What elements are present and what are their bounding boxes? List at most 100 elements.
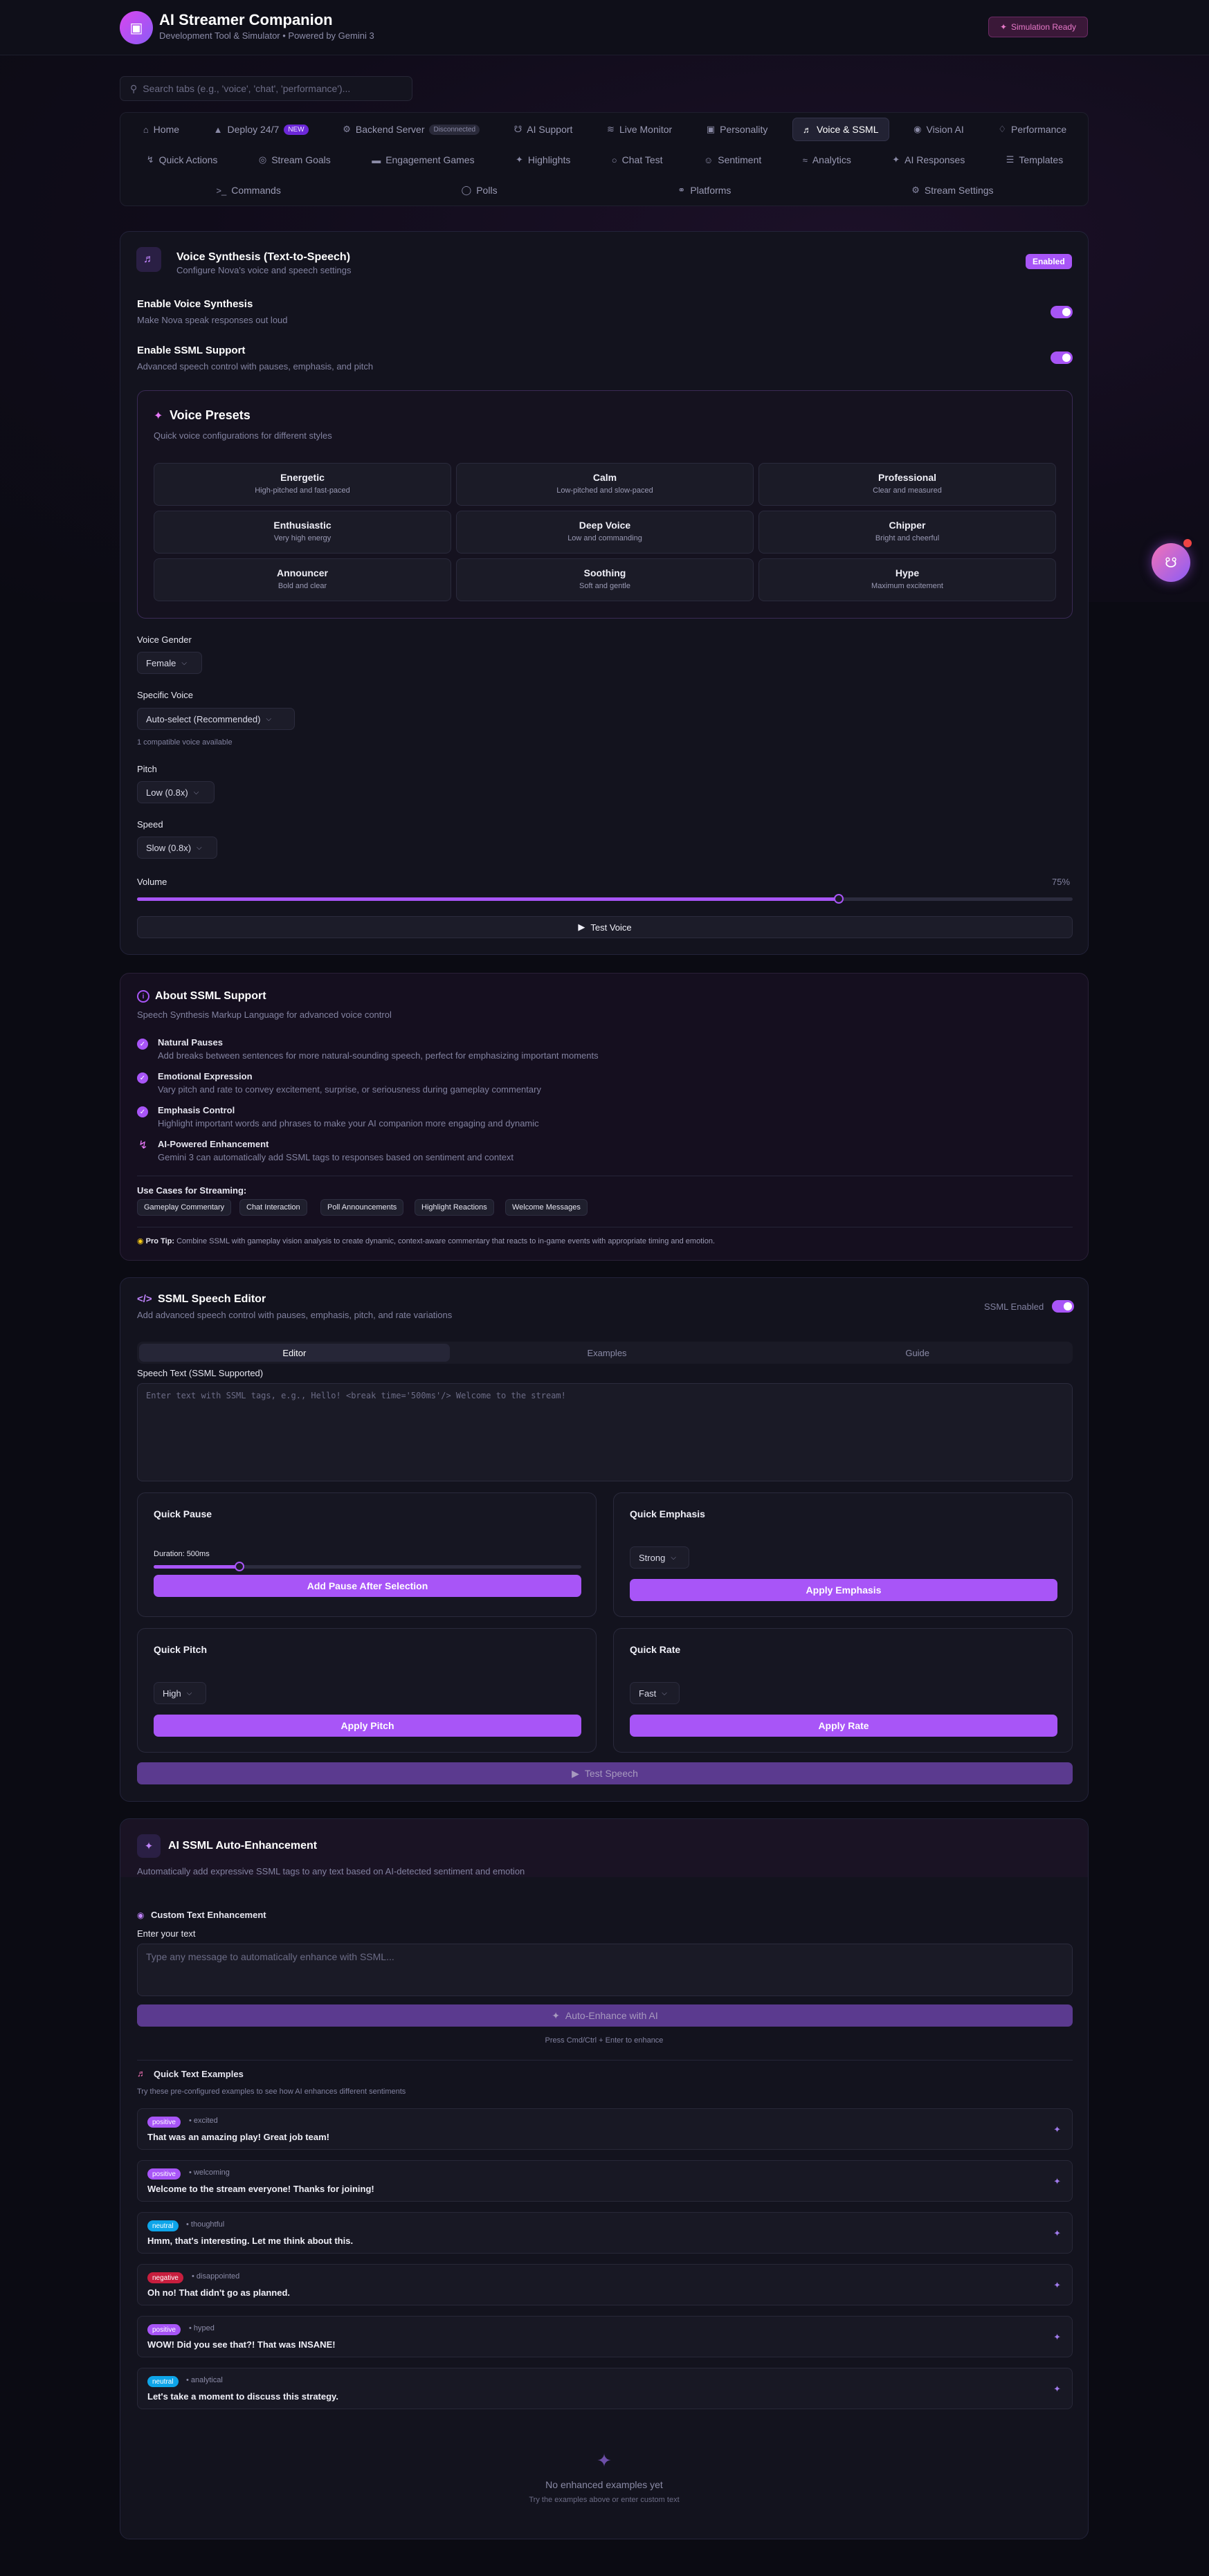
enable-voice-toggle[interactable] [1051,306,1073,318]
about-item-title: Natural Pauses [158,1037,223,1048]
magic-wand-icon[interactable]: ✦ [1053,2124,1061,2135]
add-pause-button[interactable]: Add Pause After Selection [154,1575,581,1597]
pitch-select[interactable]: Low (0.8x) ⌵ [137,781,215,803]
tab-platforms[interactable]: ⚭ Platforms [668,179,740,201]
tab-voice-ssml[interactable]: ♬ Voice & SSML [792,118,889,141]
rocket-icon: ▲ [213,124,223,135]
quick-rate-select[interactable]: Fast ⌵ [630,1682,680,1704]
info-icon: i [137,990,149,1003]
preset-hype[interactable]: Hype Maximum excitement [758,558,1056,601]
search-input[interactable] [143,83,399,94]
enhance-hint: Press Cmd/Ctrl + Enter to enhance [545,2036,664,2045]
tab-stream-goals[interactable]: ◎ Stream Goals [249,149,340,171]
volume-slider-thumb[interactable] [834,894,844,904]
input-label: Enter your text [137,1928,196,1939]
magic-wand-icon[interactable]: ✦ [1053,2332,1061,2343]
quick-pitch-select[interactable]: High ⌵ [154,1682,206,1704]
tab-live-monitor[interactable]: ≋ Live Monitor [597,118,682,140]
apply-pitch-button[interactable]: Apply Pitch [154,1715,581,1737]
speech-text-input[interactable] [146,1391,1064,1474]
pro-tip-text: Combine SSML with gameplay vision analys… [176,1237,715,1245]
presets-desc: Quick voice configurations for different… [154,430,332,441]
preset-calm[interactable]: Calm Low-pitched and slow-paced [456,463,754,506]
example-item[interactable]: neutral • thoughtful Hmm, that's interes… [137,2212,1073,2254]
magic-wand-icon[interactable]: ✦ [1053,2384,1061,2395]
support-chat-button[interactable]: ☋ [1152,543,1190,582]
test-voice-button[interactable]: ▶ Test Voice [137,916,1073,938]
tab-polls[interactable]: ◯ Polls [452,179,507,201]
voice-title: Voice Synthesis (Text-to-Speech) [176,251,351,263]
gear-icon: ⚙ [911,185,920,195]
preset-energetic[interactable]: Energetic High-pitched and fast-paced [154,463,451,506]
tab-ai-support[interactable]: ☋ AI Support [504,118,583,140]
preset-announcer[interactable]: Announcer Bold and clear [154,558,451,601]
tab-backend-server[interactable]: ⚙ Backend Server Disconnected [333,118,489,140]
chevron-down-icon: ⌵ [266,715,272,723]
tab-engagement-games[interactable]: ▬ Engagement Games [362,149,484,171]
preset-deep-voice[interactable]: Deep Voice Low and commanding [456,511,754,554]
tab-home[interactable]: ⌂ Home [134,118,189,140]
preset-professional[interactable]: Professional Clear and measured [758,463,1056,506]
gender-select[interactable]: Female ⌵ [137,652,202,674]
preset-enthusiastic[interactable]: Enthusiastic Very high energy [154,511,451,554]
tab-templates[interactable]: ☰ Templates [997,149,1073,171]
tab-deploy[interactable]: ▲ Deploy 24/7 NEW [204,118,318,140]
example-item[interactable]: neutral • analytical Let's take a moment… [137,2368,1073,2409]
tab-stream-settings[interactable]: ⚙ Stream Settings [902,179,1003,201]
tab-performance[interactable]: ♢ Performance [988,118,1076,140]
robot-icon: ▣ [706,124,716,134]
tab-sentiment[interactable]: ☺ Sentiment [694,149,771,171]
voice-synthesis-card: ♬ Voice Synthesis (Text-to-Speech) Confi… [120,231,1089,955]
quick-emphasis-title: Quick Emphasis [630,1508,705,1519]
example-item[interactable]: negative • disappointed Oh no! That didn… [137,2264,1073,2305]
example-item[interactable]: positive • welcoming Welcome to the stre… [137,2160,1073,2202]
terminal-icon: >_ [216,185,227,196]
speech-text-area[interactable] [137,1383,1073,1481]
enable-voice-label: Enable Voice Synthesis [137,298,253,310]
tab-search: ⚲ [120,76,412,101]
tab-analytics[interactable]: ≈ Analytics [793,149,861,171]
tab-commands[interactable]: >_ Commands [206,179,290,201]
emphasis-select[interactable]: Strong ⌵ [630,1546,689,1569]
tab-editor[interactable]: Editor [139,1344,450,1362]
speed-select[interactable]: Slow (0.8x) ⌵ [137,837,217,859]
test-speech-button[interactable]: ▶ Test Speech [137,1762,1073,1784]
chevron-down-icon: ⌵ [662,1689,667,1697]
magic-wand-icon[interactable]: ✦ [1053,2176,1061,2187]
about-item-title: Emotional Expression [158,1071,253,1081]
tab-quick-actions[interactable]: ↯ Quick Actions [137,149,228,171]
apply-rate-button[interactable]: Apply Rate [630,1715,1057,1737]
lightbulb-icon: ◉ [137,1237,144,1245]
auto-enhance-card: ✦ AI SSML Auto-Enhancement Automatically… [120,1818,1089,2539]
tag-icon: ✦ [516,154,523,165]
pause-slider-thumb[interactable] [234,1562,244,1571]
magic-wand-icon[interactable]: ✦ [1053,2228,1061,2239]
apply-emphasis-button[interactable]: Apply Emphasis [630,1579,1057,1601]
pause-duration-slider[interactable] [154,1562,581,1571]
tab-highlights[interactable]: ✦ Highlights [506,149,580,171]
volume-slider[interactable] [137,894,1073,904]
enable-voice-desc: Make Nova speak responses out loud [137,315,288,325]
speaker-icon: ♬ [136,247,161,272]
use-case-chip: Chat Interaction [239,1199,307,1216]
preset-chipper[interactable]: Chipper Bright and cheerful [758,511,1056,554]
example-item[interactable]: positive • excited That was an amazing p… [137,2108,1073,2150]
enable-ssml-toggle[interactable] [1051,351,1073,364]
custom-text-area[interactable] [137,1944,1073,1996]
tab-guide[interactable]: Guide [762,1342,1073,1364]
tab-vision-ai[interactable]: ◉ Vision AI [904,118,974,140]
editor-subtitle: Add advanced speech control with pauses,… [137,1310,453,1320]
custom-text-input[interactable] [146,1951,1064,1989]
tab-examples[interactable]: Examples [452,1342,763,1364]
specific-voice-select[interactable]: Auto-select (Recommended) ⌵ [137,708,295,730]
ssml-enabled-toggle[interactable] [1052,1300,1074,1313]
magic-wand-icon[interactable]: ✦ [1053,2280,1061,2291]
preset-soothing[interactable]: Soothing Soft and gentle [456,558,754,601]
tab-ai-responses[interactable]: ✦ AI Responses [882,149,974,171]
voice-presets-panel: ✦ Voice Presets Quick voice configuratio… [137,390,1073,619]
tab-chat-test[interactable]: ○ Chat Test [602,149,673,171]
brain-icon: ◉ [137,1910,145,1920]
tab-personality[interactable]: ▣ Personality [697,118,778,140]
auto-enhance-button[interactable]: ✦ Auto-Enhance with AI [137,2004,1073,2027]
example-item[interactable]: positive • hyped WOW! Did you see that?!… [137,2316,1073,2357]
